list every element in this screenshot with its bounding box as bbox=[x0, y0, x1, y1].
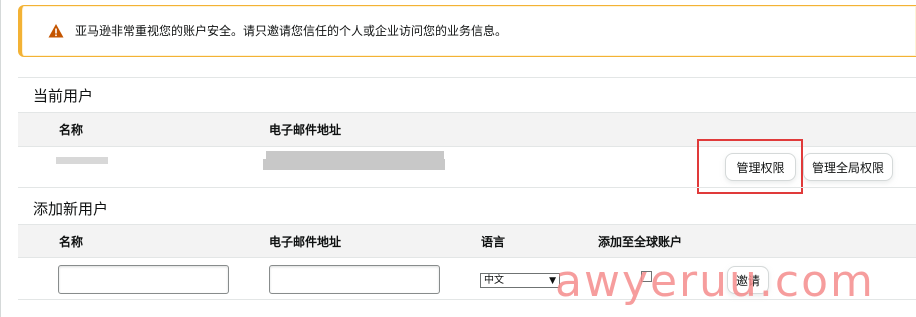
redacted-user-email bbox=[266, 151, 444, 159]
add-user-title: 添加新用户 bbox=[33, 200, 109, 218]
column-header-email: 电子邮件地址 bbox=[269, 235, 342, 249]
column-header-add-global: 添加至全球账户 bbox=[598, 235, 683, 249]
column-header-name: 名称 bbox=[59, 123, 84, 137]
language-select-value: 中文 bbox=[484, 275, 504, 286]
column-header-language: 语言 bbox=[481, 235, 506, 249]
section-divider bbox=[18, 77, 916, 78]
warning-icon bbox=[48, 24, 64, 38]
language-select[interactable]: 中文 ▼ bbox=[480, 273, 560, 288]
security-alert-text: 亚马逊非常重视您的账户安全。请只邀请您信任的个人或企业访问您的业务信息。 bbox=[75, 24, 508, 38]
redacted-user-email bbox=[263, 159, 445, 170]
security-alert-banner: 亚马逊非常重视您的账户安全。请只邀请您信任的个人或企业访问您的业务信息。 bbox=[18, 5, 916, 57]
watermark: awyeruu.com bbox=[555, 256, 875, 307]
name-input[interactable] bbox=[58, 265, 229, 294]
column-header-email: 电子邮件地址 bbox=[269, 123, 342, 137]
redacted-user-name bbox=[56, 157, 108, 164]
highlight-box bbox=[697, 139, 803, 194]
manage-global-permissions-button[interactable]: 管理全局权限 bbox=[803, 153, 893, 181]
section-divider bbox=[18, 187, 916, 188]
page-left-border bbox=[0, 0, 1, 317]
current-users-title: 当前用户 bbox=[33, 87, 94, 105]
column-header-name: 名称 bbox=[59, 235, 84, 249]
email-input[interactable] bbox=[269, 265, 440, 294]
add-user-table-header: 名称 电子邮件地址 语言 添加至全球账户 bbox=[18, 224, 916, 258]
